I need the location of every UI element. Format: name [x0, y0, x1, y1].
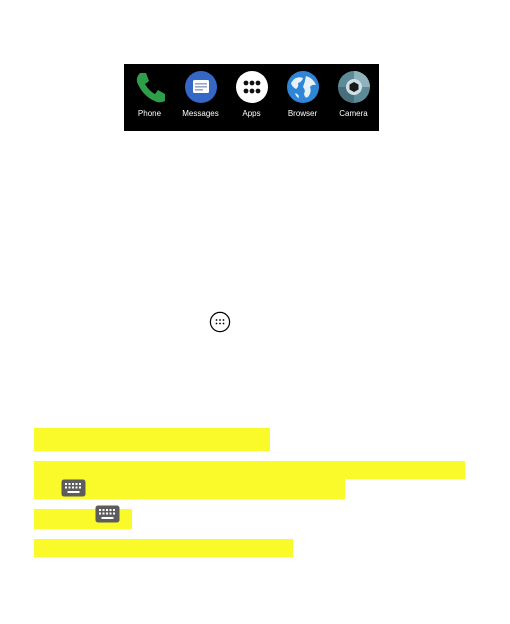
- keyboard-icon: [61, 479, 86, 497]
- app-messages[interactable]: Messages: [176, 70, 226, 119]
- browser-globe-icon: [286, 70, 320, 104]
- app-browser[interactable]: Browser: [278, 70, 328, 119]
- highlight-bar: [34, 539, 293, 557]
- app-label: Phone: [137, 109, 162, 118]
- keyboard-icon: [95, 505, 120, 523]
- messages-icon: [184, 70, 218, 104]
- app-apps[interactable]: Apps: [227, 70, 277, 119]
- camera-icon: [337, 70, 371, 104]
- app-label: Apps: [242, 109, 261, 118]
- app-camera[interactable]: Camera: [329, 70, 379, 119]
- more-options-icon: [209, 311, 231, 333]
- highlight-bar: [34, 461, 465, 479]
- app-label: Messages: [182, 109, 219, 118]
- highlight-bar: [34, 428, 270, 451]
- app-phone[interactable]: Phone: [125, 70, 175, 119]
- app-label: Camera: [339, 109, 368, 118]
- app-label: Browser: [287, 109, 318, 118]
- phone-icon: [133, 70, 167, 104]
- app-dock: Phone Messages Apps Browser Camera: [124, 64, 379, 131]
- apps-grid-icon: [235, 70, 269, 104]
